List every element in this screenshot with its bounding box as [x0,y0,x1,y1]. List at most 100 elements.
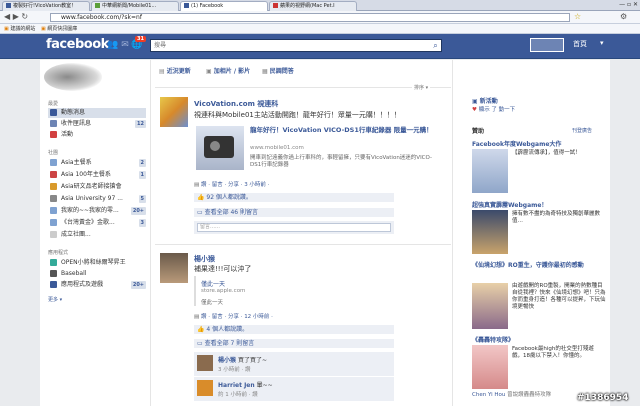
shared-link-title[interactable]: 僅此一天 [201,279,225,288]
back-forward-icons[interactable]: ◀ ▶ ↻ [4,12,28,21]
count-badge: 3 [138,219,146,227]
browser-tab-active[interactable]: (1) Facebook [180,1,268,11]
link-url: www.mobile01.com [250,145,304,151]
bookmark-star-icon[interactable]: ☆ [574,12,581,21]
nav-item-group[interactable]: 我家的~~我家的零... 20+ [48,206,146,216]
post-author-name[interactable]: VicoVation.com 視連科 [194,99,278,109]
facebook-logo[interactable]: facebook [46,37,109,52]
count-badge: 1 [138,171,146,179]
nav-item-create-group[interactable]: 成立社團... [48,230,146,240]
divider [155,244,451,245]
comment-input[interactable]: 留言…… [197,223,391,232]
address-bar[interactable]: www.facebook.com/?sk=nf [50,13,570,22]
more-link[interactable]: 更多 ▾ [48,296,62,303]
news-feed-icon [50,109,57,116]
group-icon [50,195,57,202]
wrench-icon[interactable]: ⚙ [620,12,627,21]
baseball-icon [50,270,57,277]
events-icon [50,131,57,138]
comment-meta[interactable]: 約 1 小時前 · 讚 [218,390,258,398]
add-photo-tab[interactable]: ▣ 加相片 / 影片 [206,66,250,75]
messages-icon [50,120,57,127]
nav-item-group[interactable]: 《台灣黃金》金歌... 3 [48,218,146,228]
account-menu-icon[interactable]: ▾ [600,39,604,47]
nav-item-group[interactable]: Asia主餐系 2 [48,158,146,168]
comment-icon: ▭ [197,340,205,347]
create-ad-link[interactable]: 刊登廣告 [572,127,592,134]
nav-item-app[interactable]: OPEN小將和絲爾琴昇王 [48,258,146,268]
ad-title[interactable]: Facebook年度Webgame大作 [472,139,561,148]
groups-heading: 社團 [48,150,59,156]
count-badge: 20+ [130,207,146,215]
nav-item-events[interactable]: 活動 [48,130,146,140]
nav-item-messages[interactable]: 收件匣訊息 12 [48,119,146,129]
nav-item-group[interactable]: Asia 100年主餐系 1 [48,170,146,180]
commenter-avatar[interactable] [197,380,213,396]
likes-row[interactable]: 👍 4 個人都說讚。 [194,325,394,335]
comment-meta[interactable]: 3 小時前 · 讚 [218,365,251,373]
count-badge: 20+ [130,281,146,289]
post-actions[interactable]: ▤ 讚 · 留言 · 分享 · 3 小時前 · [194,180,269,188]
nav-item-news-feed[interactable]: 動態消息 [48,108,146,118]
post-text: 補果達!!!可以沖了 [194,265,252,273]
profile-avatar[interactable] [530,38,564,52]
app-icon [50,259,57,266]
status-update-tab[interactable]: ▤ 近況更新 [159,66,191,75]
ticker-link[interactable]: ▣ 新活動 [472,96,498,105]
ad-text: 【霹靂流傳承】，值得一試！ [512,150,581,156]
nav-item-group[interactable]: Asia研文品老師接搶會 [48,182,146,192]
watermark: #1386954 [577,393,629,403]
shared-link-description: 僅此一天 [201,300,224,306]
friend-requests-icon[interactable]: 👥 [107,39,119,51]
link-thumbnail[interactable] [196,126,244,170]
browser-tab[interactable]: 蘋果的視野網(Mac Pet.I [269,1,357,11]
browser-tab[interactable]: 中華網新聞/Mobile01... [91,1,179,11]
messages-icon[interactable]: ✉ [119,39,131,51]
shared-link-icon: ▤ [194,182,201,188]
link-description: 開車到記遠義你過上行車科的，事輕留擁，只要有VicoVation迷迷的VICO-… [250,155,432,168]
status-icon: ▤ [159,68,167,75]
ad-title[interactable]: 超強真實霹靂Webgame！ [472,200,547,209]
likes-row[interactable]: 👍 92 個人都說讚。 [194,193,394,203]
post-author-name[interactable]: 楊小猴 [194,254,215,264]
count-badge: 2 [138,159,146,167]
bookmarks-bar: ▣ 建議的網站 ▣ 網頁快訊圖庫 [0,24,640,34]
search-input[interactable]: 搜尋 [150,39,442,52]
question-tab[interactable]: ▦ 民調問答 [262,66,294,75]
profile-picture[interactable] [44,63,102,91]
ad-text: 擁有數不盡的為奇特技及獨創華麗數值… [512,211,601,224]
ad-social-context: Chen Yi Hou 曾說讚轟轟特攻隊 [472,392,552,398]
search-icon[interactable]: ⌕ [430,40,441,51]
add-icon [50,231,57,238]
home-link[interactable]: 首頁 [573,39,587,49]
post-author-avatar[interactable] [160,253,188,283]
ad-image[interactable] [472,283,508,329]
ticker-subtext[interactable]: ♥ 顯示 了 動一下 [472,107,515,114]
sort-menu[interactable]: 排序 ▾ [412,84,431,91]
ad-title[interactable]: 《轟轟特攻隊》 [472,335,514,344]
nav-item-group[interactable]: Asia University 97 ... 5 [48,194,146,204]
group-icon [50,219,57,226]
ad-image[interactable] [472,210,508,254]
shared-link-bar [194,276,196,306]
post-actions[interactable]: ▤ 讚 · 留言 · 分享 · 12 小時前 · [194,312,273,320]
ad-image[interactable] [472,345,508,389]
ad-image[interactable] [472,149,508,193]
bookmark-item[interactable]: 網頁快訊圖庫 [47,26,77,32]
post-author-avatar[interactable] [160,97,188,127]
column-divider [452,60,453,406]
view-comments-row[interactable]: ▭ 查看全部 7 則留言 [194,339,394,349]
link-title[interactable]: 龍年好行！VicoVation VICO-DS1行車紀錄器 限量一元購！ [250,126,445,135]
count-badge: 12 [135,120,146,128]
window-controls[interactable]: — ▫ ✕ [619,1,638,8]
commenter-avatar[interactable] [197,355,213,371]
bookmark-item[interactable]: 建議的網站 [10,26,35,32]
view-comments-row[interactable]: ▭ 查看全部 46 則留言 [194,208,394,218]
nav-item-app[interactable]: Baseball [48,269,146,279]
like-icon: 👍 [197,326,207,333]
notification-badge: 31 [135,36,146,42]
nav-item-apps-games[interactable]: 應用程式及遊戲 20+ [48,280,146,290]
ad-title[interactable]: 《仙境幻想》RO重生，守護你最初的感動 [472,262,606,270]
browser-tab[interactable]: 複製好行!VicoVation教室！ [2,1,90,11]
apps-heading: 應用程式 [48,250,69,256]
